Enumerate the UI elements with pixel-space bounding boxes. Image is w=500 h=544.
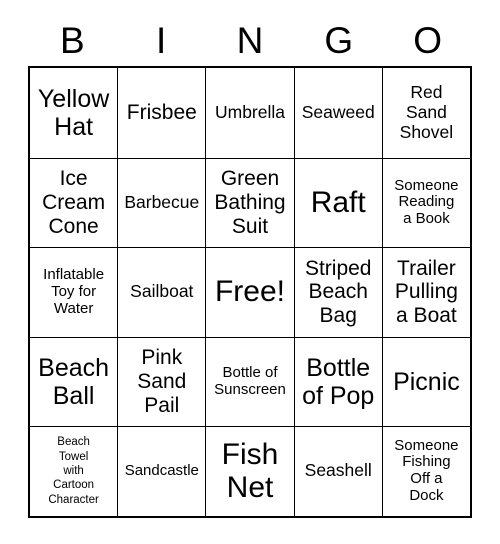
bingo-cell-b5[interactable]: Beach Towel with Cartoon Character [30, 426, 118, 516]
bingo-cell-g1[interactable]: Seaweed [293, 68, 382, 158]
bingo-cell-label: Ice Cream Cone [42, 167, 106, 238]
bingo-cell-label: Inflatable Toy for Water [43, 266, 105, 317]
bingo-card: B I N G O Yellow Hat Frisbee Umbrella Se… [28, 0, 472, 518]
bingo-cell-n5[interactable]: Fish Net [205, 426, 294, 516]
bingo-cell-label: Red Sand Shovel [399, 82, 454, 142]
bingo-cell-label: Frisbee [126, 100, 197, 124]
header-letter-o: O [413, 20, 442, 61]
bingo-cell-o1[interactable]: Red Sand Shovel [381, 68, 470, 158]
bingo-cell-label: Striped Beach Bag [304, 256, 372, 327]
bingo-header: B I N G O [28, 0, 472, 66]
header-letter-i: I [156, 20, 167, 61]
bingo-cell-i5[interactable]: Sandcastle [117, 426, 206, 516]
header-letter-g: G [324, 20, 354, 61]
bingo-cell-label: Picnic [393, 367, 460, 396]
bingo-cell-o4[interactable]: Picnic [381, 336, 471, 426]
bingo-cell-i1[interactable]: Frisbee [117, 68, 205, 158]
bingo-cell-o3[interactable]: Trailer Pulling a Boat [381, 247, 471, 337]
bingo-cell-free-space[interactable]: Free! [205, 247, 294, 337]
bingo-cell-b2[interactable]: Ice Cream Cone [30, 157, 118, 248]
bingo-cell-label: Bottle of Sunscreen [214, 363, 286, 398]
bingo-cell-label: Someone Fishing Off a Dock [394, 436, 459, 505]
bingo-cell-label: Sailboat [130, 281, 194, 302]
bingo-cell-label: Someone Reading a Book [394, 176, 459, 228]
bingo-cell-label: Free! [214, 275, 286, 309]
bingo-cell-n4[interactable]: Bottle of Sunscreen [205, 336, 294, 426]
bingo-cell-g2[interactable]: Raft [293, 157, 382, 247]
bingo-cell-label: Barbecue [124, 191, 200, 212]
bingo-row-4: Beach Ball Pink Sand Pail Bottle of Suns… [30, 336, 471, 427]
bingo-cell-label: Fish Net [221, 437, 279, 505]
bingo-cell-label: Umbrella [214, 101, 286, 122]
bingo-cell-label: Trailer Pulling a Boat [394, 256, 458, 327]
bingo-cell-label: Beach Towel with Cartoon Character [48, 436, 99, 506]
header-letter-b: B [60, 20, 85, 61]
bingo-cell-i2[interactable]: Barbecue [117, 157, 206, 247]
bingo-cell-label: Sandcastle [124, 461, 199, 479]
bingo-row-3: Inflatable Toy for Water Sailboat Free! … [30, 247, 471, 337]
bingo-cell-b1[interactable]: Yellow Hat [30, 68, 117, 158]
bingo-cell-label: Yellow Hat [37, 84, 110, 141]
bingo-cell-i3[interactable]: Sailboat [117, 247, 206, 337]
bingo-cell-n1[interactable]: Umbrella [205, 68, 293, 158]
bingo-cell-b4[interactable]: Beach Ball [30, 336, 118, 427]
bingo-row-1: Yellow Hat Frisbee Umbrella Seaweed Red … [30, 68, 470, 158]
bingo-cell-label: Pink Sand Pail [137, 346, 187, 417]
header-letter-n: N [236, 20, 264, 61]
bingo-cell-g4[interactable]: Bottle of Pop [293, 336, 382, 426]
bingo-cell-o5[interactable]: Someone Fishing Off a Dock [381, 426, 471, 516]
bingo-cell-label: Beach Ball [38, 353, 110, 410]
bingo-cell-b3[interactable]: Inflatable Toy for Water [30, 247, 118, 337]
bingo-row-5: Beach Towel with Cartoon Character Sandc… [30, 426, 471, 516]
bingo-row-2: Ice Cream Cone Barbecue Green Bathing Su… [30, 157, 471, 248]
bingo-cell-o2[interactable]: Someone Reading a Book [381, 157, 471, 247]
bingo-cell-g5[interactable]: Seashell [293, 426, 382, 516]
bingo-cell-label: Seaweed [301, 101, 375, 122]
bingo-cell-label: Raft [310, 185, 366, 219]
bingo-cell-n2[interactable]: Green Bathing Suit [205, 157, 294, 247]
bingo-cell-label: Green Bathing Suit [214, 167, 286, 238]
bingo-cell-i4[interactable]: Pink Sand Pail [117, 336, 206, 426]
bingo-cell-label: Seashell [304, 460, 372, 481]
bingo-cell-label: Bottle of Pop [302, 353, 375, 410]
bingo-cell-g3[interactable]: Striped Beach Bag [293, 247, 382, 337]
bingo-grid: Yellow Hat Frisbee Umbrella Seaweed Red … [28, 66, 472, 518]
